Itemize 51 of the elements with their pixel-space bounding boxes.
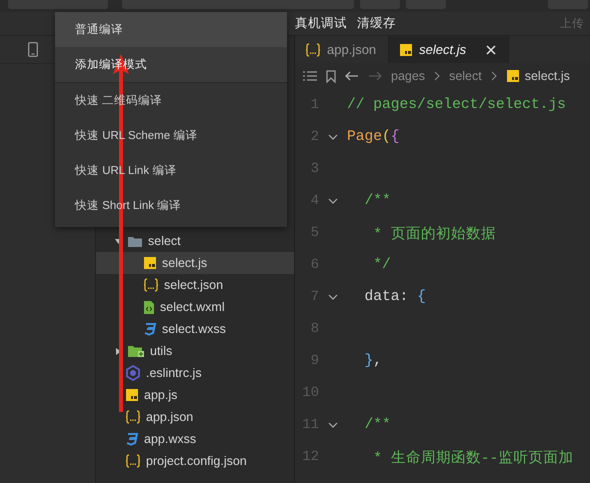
toolbar-action[interactable]: 真机调试 (295, 15, 347, 32)
fold-chevron-icon[interactable] (328, 198, 338, 204)
tree-item[interactable]: select.json (96, 274, 294, 296)
fold-chevron-icon[interactable] (328, 422, 338, 428)
js-file-icon (143, 256, 157, 270)
code-line: /** (364, 193, 391, 209)
menu-item[interactable]: 普通编译 (55, 12, 287, 47)
fold-chevron-icon[interactable] (328, 134, 338, 140)
chevron-icon (490, 71, 497, 81)
braces-file-icon (305, 42, 321, 56)
code-line: */ (372, 257, 391, 273)
back-arrow-icon[interactable] (345, 71, 359, 81)
tree-item[interactable]: select (96, 230, 294, 252)
tree-item[interactable]: app.json (96, 406, 294, 428)
breadcrumb-item[interactable]: select.js (506, 69, 570, 83)
breadcrumb-item[interactable]: pages (391, 69, 426, 83)
phone-icon[interactable] (28, 42, 38, 57)
code-line: /** (364, 417, 391, 433)
tree-item[interactable]: select.wxml (96, 296, 294, 318)
code-line: data: { (364, 289, 426, 305)
code-line: * 生命周期函数--监听页面加 (372, 449, 574, 466)
code-line: }, (364, 353, 382, 369)
folder-icon (127, 234, 143, 248)
code-line: Page({ (347, 129, 400, 145)
js-file-icon (125, 388, 139, 402)
fold-chevron-icon[interactable] (328, 294, 338, 300)
code-line: // pages/select/select.js (347, 97, 566, 113)
code-line: * 页面的初始数据 (372, 224, 496, 242)
tree-item[interactable]: select.wxss (96, 318, 294, 340)
tree-item[interactable]: app.wxss (96, 428, 294, 450)
tree-item[interactable]: select.js (96, 252, 294, 274)
tree-item[interactable]: .eslintrc.js (96, 362, 294, 384)
js-file-icon (399, 42, 414, 56)
tree-item[interactable]: app.js (96, 384, 294, 406)
folder-icon (127, 344, 145, 358)
list-icon[interactable] (303, 71, 317, 81)
tree-item[interactable]: project.config.json (96, 450, 294, 472)
hexagon-file-icon (125, 365, 141, 381)
breadcrumb-item[interactable]: select (449, 69, 482, 83)
js-file-icon (506, 69, 520, 83)
editor-tab[interactable]: select.js (389, 36, 510, 63)
chevron-icon (434, 71, 440, 81)
stylesheet-file-icon (125, 432, 139, 446)
braces-file-icon (143, 278, 159, 292)
bookmark-icon[interactable] (326, 70, 336, 82)
toolbar-action[interactable]: 清缓存 (357, 15, 396, 32)
braces-file-icon (125, 410, 141, 424)
stylesheet-file-icon (143, 322, 157, 336)
close-icon[interactable] (486, 44, 496, 54)
braces-file-icon (125, 454, 141, 468)
markup-file-icon (143, 300, 155, 314)
